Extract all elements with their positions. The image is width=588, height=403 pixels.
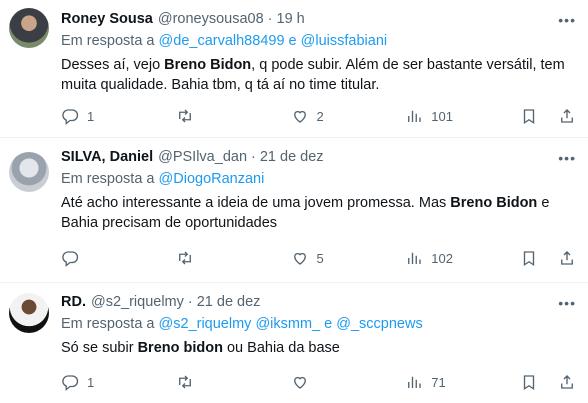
share-icon xyxy=(561,251,573,265)
retweet-icon xyxy=(178,251,191,265)
separator-dot: · xyxy=(251,149,256,165)
bookmark-icon xyxy=(523,251,535,267)
text-part: Só se subir xyxy=(61,340,138,356)
like-icon xyxy=(293,376,306,389)
separator-dot: · xyxy=(267,11,273,27)
text-bold: Breno bidon xyxy=(137,340,223,356)
views-icon xyxy=(408,110,421,122)
tweet-text: Só se subir Breno bidon ou Bahia da base xyxy=(61,339,576,359)
retweet-button[interactable] xyxy=(176,373,291,391)
reply-context: Em resposta a @DiogoRanzani xyxy=(61,170,576,189)
bookmark-button[interactable] xyxy=(520,373,558,391)
tweet[interactable]: Roney Sousa @roneysousa08 · 19 h ••• Em … xyxy=(0,0,588,138)
views-icon xyxy=(408,252,421,264)
mention-joiner: e xyxy=(288,33,297,49)
reply-button[interactable]: 1 xyxy=(61,373,176,391)
timestamp[interactable]: 21 de dez xyxy=(197,293,261,312)
tweet[interactable]: RD. @s2_riquelmy · 21 de dez ••• Em resp… xyxy=(0,283,588,403)
share-button[interactable] xyxy=(558,373,576,391)
mention-link[interactable]: @s2_riquelmy xyxy=(159,316,252,332)
tweet-text: Desses aí, vejo Breno Bidon, q pode subi… xyxy=(61,56,576,95)
mention-link[interactable]: @luissfabiani xyxy=(301,33,387,49)
more-icon[interactable]: ••• xyxy=(558,295,576,311)
views-count: 71 xyxy=(431,374,446,390)
avatar[interactable] xyxy=(9,152,49,192)
retweet-icon xyxy=(178,375,191,389)
display-name[interactable]: SILVA, Daniel xyxy=(61,148,153,167)
mention-link[interactable]: @iksmm_ xyxy=(255,316,320,332)
retweet-button[interactable] xyxy=(176,249,291,267)
retweet-icon xyxy=(178,109,191,123)
tweet-header: RD. @s2_riquelmy · 21 de dez xyxy=(61,293,576,312)
views-button[interactable]: 102 xyxy=(405,249,520,267)
timestamp[interactable]: 19 h xyxy=(277,10,305,29)
reply-icon xyxy=(62,251,79,267)
action-bar: 5 102 xyxy=(61,249,576,267)
user-handle[interactable]: @roneysousa08 xyxy=(158,10,264,29)
reply-button[interactable] xyxy=(61,249,176,267)
views-button[interactable]: 101 xyxy=(405,107,520,125)
mention-link[interactable]: @de_carvalh88499 xyxy=(159,33,285,49)
more-icon[interactable]: ••• xyxy=(558,150,576,166)
mention-joiner: e xyxy=(324,316,333,332)
views-icon xyxy=(408,376,421,388)
more-icon[interactable]: ••• xyxy=(558,12,576,28)
text-part: Até acho interessante a ideia de uma jov… xyxy=(61,195,451,211)
reply-count: 1 xyxy=(87,108,95,124)
like-button[interactable] xyxy=(291,373,406,391)
bookmark-button[interactable] xyxy=(520,249,558,267)
tweet-content: Roney Sousa @roneysousa08 · 19 h ••• Em … xyxy=(61,10,576,95)
tweet-header: Roney Sousa @roneysousa08 · 19 h xyxy=(61,10,576,29)
mention-link[interactable]: @_sccpnews xyxy=(336,316,422,332)
user-handle[interactable]: @PSIlva_dan xyxy=(158,148,247,167)
reply-prefix: Em resposta a xyxy=(61,316,155,332)
like-count: 2 xyxy=(316,108,324,124)
like-icon xyxy=(293,110,306,123)
tweet-content: SILVA, Daniel @PSIlva_dan · 21 de dez ••… xyxy=(61,148,576,233)
timestamp[interactable]: 21 de dez xyxy=(260,148,324,167)
mention-link[interactable]: @DiogoRanzani xyxy=(159,171,265,187)
text-bold: Breno Bidon xyxy=(164,57,252,73)
bookmark-icon xyxy=(523,375,535,391)
user-handle[interactable]: @s2_riquelmy xyxy=(91,293,184,312)
share-button[interactable] xyxy=(558,249,576,267)
avatar[interactable] xyxy=(9,293,49,333)
reply-count: 1 xyxy=(87,374,95,390)
reply-prefix: Em resposta a xyxy=(61,33,155,49)
reply-icon xyxy=(62,375,79,391)
reply-context: Em resposta a @de_carvalh88499 e @luissf… xyxy=(61,32,576,51)
like-icon xyxy=(293,252,306,265)
display-name[interactable]: Roney Sousa xyxy=(61,10,153,29)
display-name[interactable]: RD. xyxy=(61,293,86,312)
tweet-text: Até acho interessante a ideia de uma jov… xyxy=(61,194,576,233)
like-button[interactable]: 2 xyxy=(291,107,406,125)
share-icon xyxy=(561,109,573,123)
reply-prefix: Em resposta a xyxy=(61,171,155,187)
action-bar: 1 71 xyxy=(61,373,576,391)
bookmark-button[interactable] xyxy=(520,107,558,125)
avatar[interactable] xyxy=(9,8,49,48)
bookmark-icon xyxy=(523,109,535,125)
text-part: Desses aí, vejo xyxy=(61,57,165,73)
like-button[interactable]: 5 xyxy=(291,249,406,267)
tweet[interactable]: SILVA, Daniel @PSIlva_dan · 21 de dez ••… xyxy=(0,138,588,283)
like-count: 5 xyxy=(316,250,324,266)
tweet-content: RD. @s2_riquelmy · 21 de dez ••• Em resp… xyxy=(61,293,576,359)
text-bold: Breno Bidon xyxy=(450,195,538,211)
share-button[interactable] xyxy=(558,107,576,125)
separator-dot: · xyxy=(187,294,193,310)
tweet-header: SILVA, Daniel @PSIlva_dan · 21 de dez xyxy=(61,148,576,167)
reply-context: Em resposta a @s2_riquelmy @iksmm_ e @_s… xyxy=(61,315,576,334)
reply-icon xyxy=(62,109,79,125)
reply-button[interactable]: 1 xyxy=(61,107,176,125)
action-bar: 1 2 101 xyxy=(61,107,576,125)
text-part: ou Bahia da base xyxy=(222,340,340,356)
views-button[interactable]: 71 xyxy=(405,373,520,391)
share-icon xyxy=(561,375,573,389)
retweet-button[interactable] xyxy=(176,107,291,125)
views-count: 102 xyxy=(431,250,453,266)
views-count: 101 xyxy=(431,108,453,124)
